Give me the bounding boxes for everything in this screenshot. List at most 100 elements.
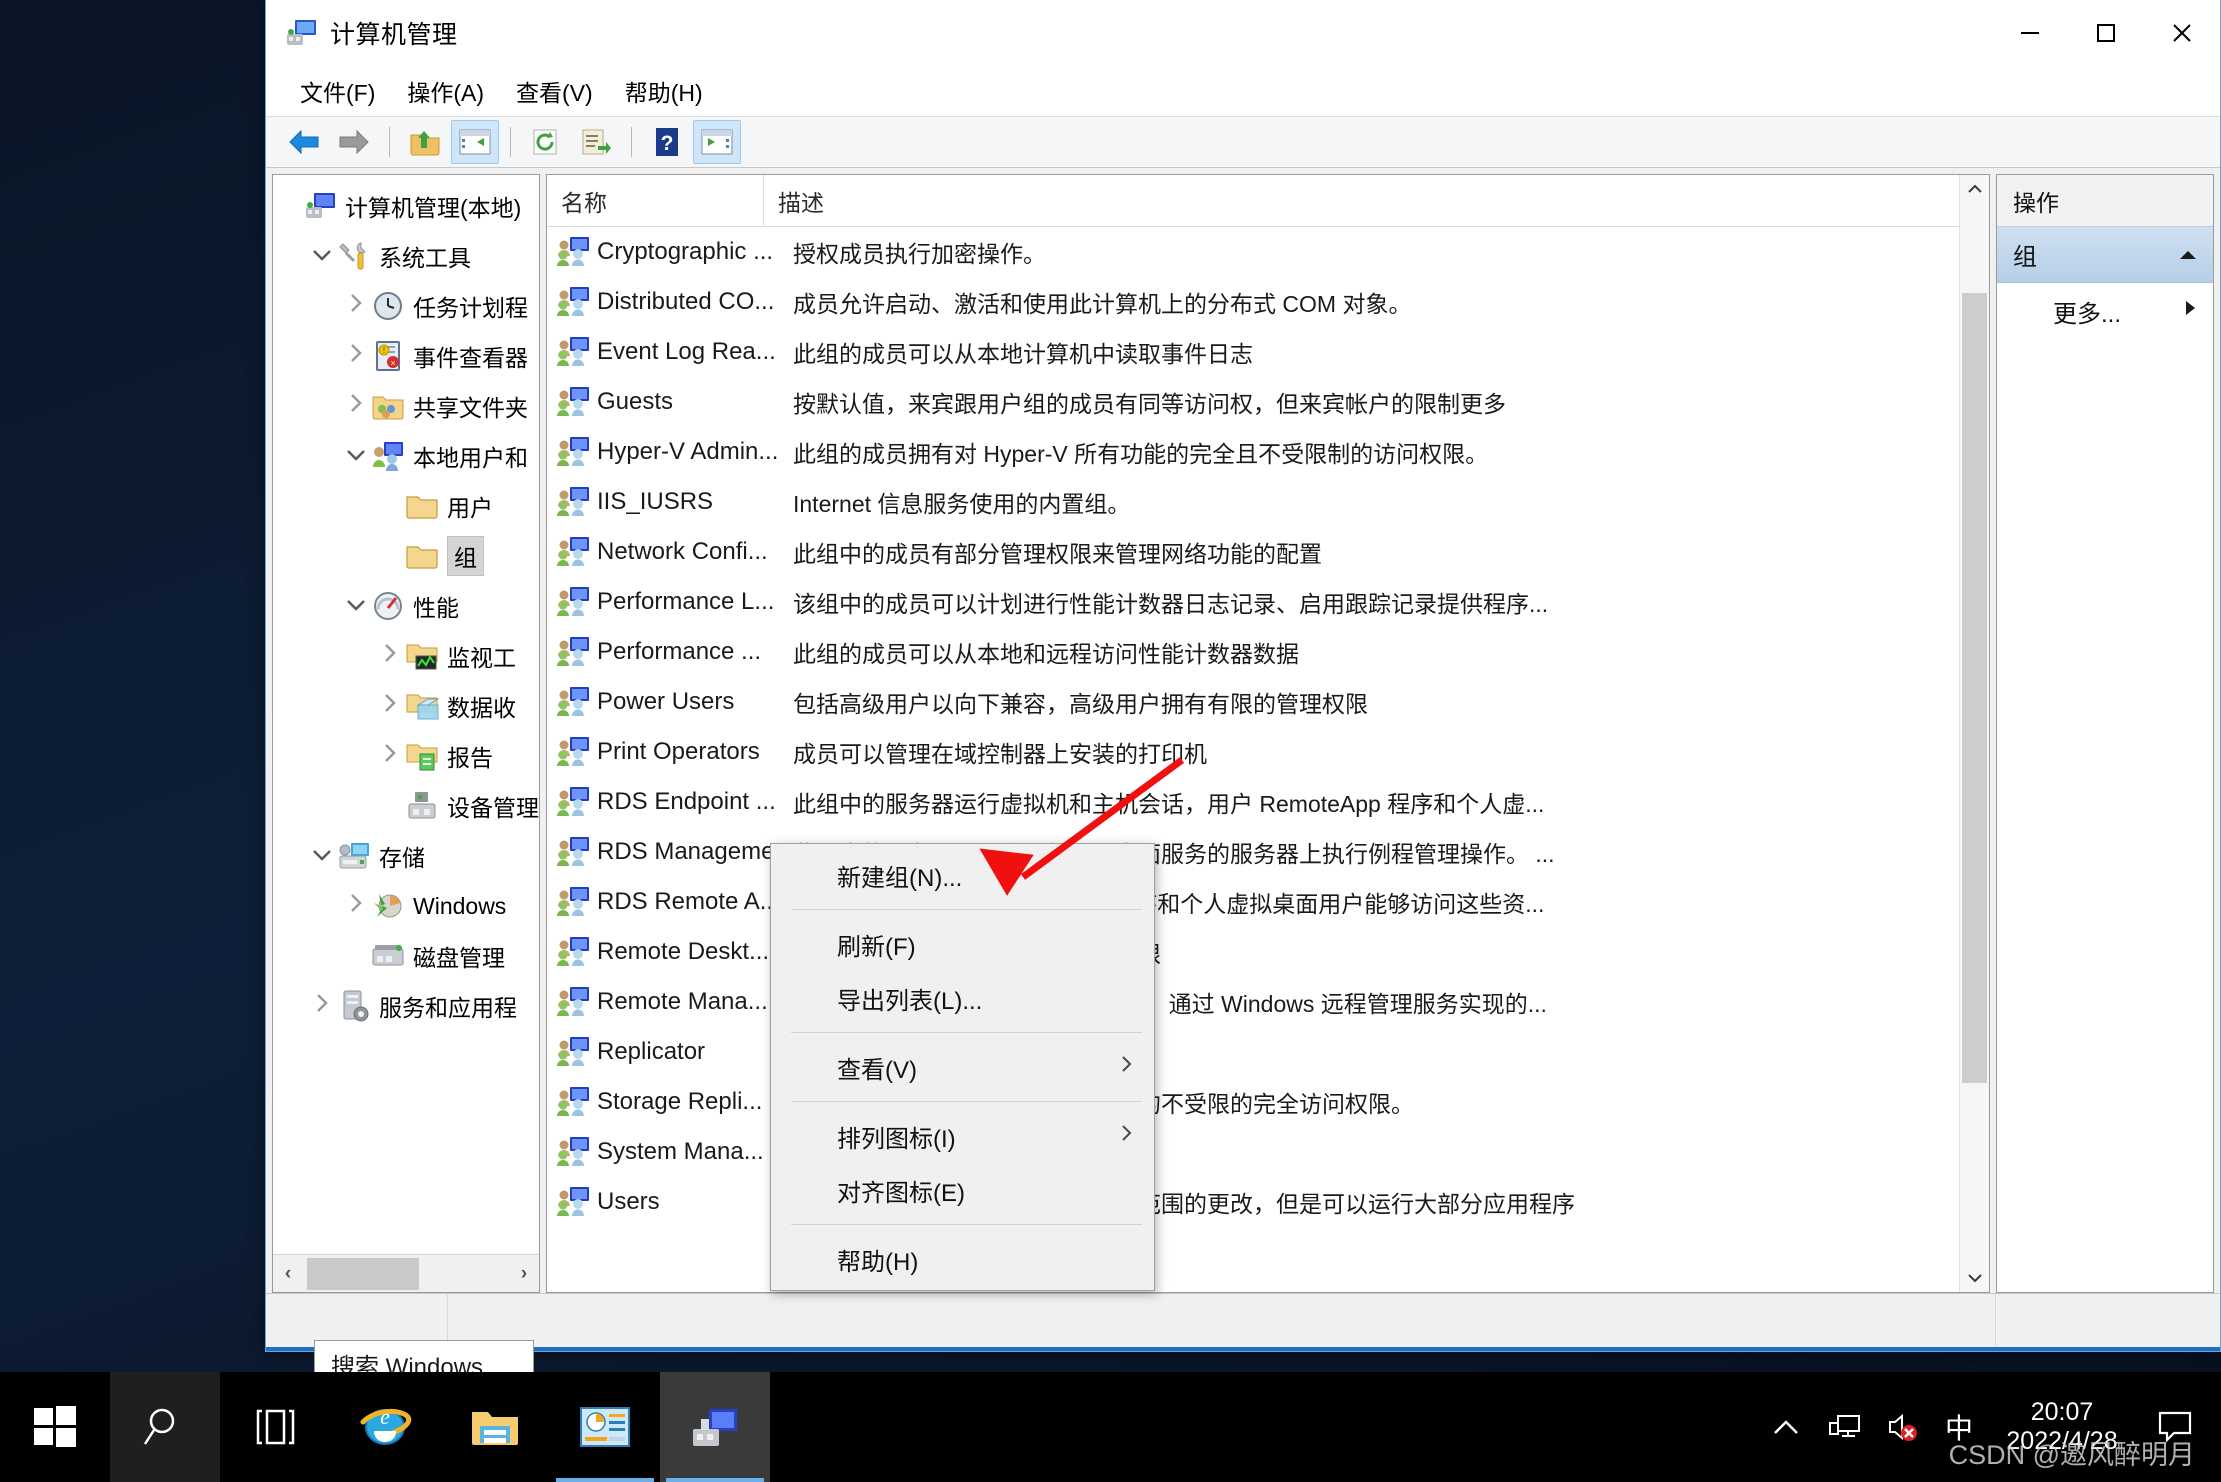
chevron-right-icon[interactable] bbox=[341, 342, 371, 370]
list-vertical-scrollbar[interactable] bbox=[1959, 175, 1989, 1292]
chevron-right-icon[interactable] bbox=[375, 692, 405, 720]
console-tree[interactable]: 计算机管理(本地) 系统工具任务计划程! × 事件查看器 共享文件夹 本地用户和 用户组性能… bbox=[273, 175, 539, 1254]
tree-node-13[interactable]: 存储 bbox=[273, 831, 539, 881]
tree-node-7[interactable]: 组 bbox=[273, 531, 539, 581]
table-row[interactable]: IIS_IUSRS Internet 信息服务使用的内置组。 bbox=[547, 477, 1959, 527]
menu-view[interactable]: 查看(V) bbox=[500, 70, 609, 112]
ctx-new-group[interactable]: 新建组(N)... bbox=[771, 848, 1154, 902]
chevron-right-icon[interactable] bbox=[375, 742, 405, 770]
menu-action[interactable]: 操作(A) bbox=[391, 70, 500, 112]
minimize-button[interactable] bbox=[1992, 0, 2068, 66]
table-row[interactable]: Hyper-V Admin... 此组的成员拥有对 Hyper-V 所有功能的完全… bbox=[547, 427, 1959, 477]
export-list-icon[interactable] bbox=[572, 120, 620, 164]
actions-group-header[interactable]: 组 bbox=[1997, 227, 2213, 283]
chevron-down-icon[interactable] bbox=[341, 443, 371, 469]
tree-horizontal-scrollbar[interactable]: ‹ › bbox=[273, 1254, 539, 1292]
ctx-view[interactable]: 查看(V) bbox=[771, 1040, 1154, 1094]
table-row[interactable]: Performance L... 该组中的成员可以计划进行性能计数器日志记录、启用… bbox=[547, 577, 1959, 627]
ctx-arrange-icons[interactable]: 排列图标(I) bbox=[771, 1109, 1154, 1163]
chevron-down-icon[interactable] bbox=[307, 243, 337, 269]
table-row[interactable]: Performance ... 此组的成员可以从本地和远程访问性能计数器数据 bbox=[547, 627, 1959, 677]
scroll-up-arrow-icon[interactable] bbox=[1960, 175, 1989, 203]
task-view-button[interactable] bbox=[220, 1372, 330, 1482]
show-hide-tree-icon[interactable] bbox=[451, 120, 499, 164]
taskbar-file-explorer[interactable] bbox=[440, 1372, 550, 1482]
chevron-right-icon[interactable] bbox=[375, 642, 405, 670]
table-row[interactable]: RDS Manageme... 此组中的服务器可以在运行远程桌面服务的服务器上执行… bbox=[547, 827, 1959, 877]
tree-node-5[interactable]: 本地用户和 bbox=[273, 431, 539, 481]
table-row[interactable]: Remote Mana... 此组的成员可以通过管理协议(例如，通过 Window… bbox=[547, 977, 1959, 1027]
taskbar-internet-explorer[interactable]: e bbox=[330, 1372, 440, 1482]
context-menu-item-label: 刷新(F) bbox=[837, 933, 916, 961]
table-row[interactable]: Event Log Rea... 此组的成员可以从本地计算机中读取事件日志 bbox=[547, 327, 1959, 377]
tree-node-0[interactable]: 计算机管理(本地) bbox=[273, 181, 539, 231]
table-row[interactable]: System Mana...此组的成员可以管理。 bbox=[547, 1127, 1959, 1177]
start-button[interactable] bbox=[0, 1372, 110, 1482]
maximize-button[interactable] bbox=[2068, 0, 2144, 66]
table-row[interactable]: Print Operators 成员可以管理在域控制器上安装的打印机 bbox=[547, 727, 1959, 777]
chevron-right-icon[interactable] bbox=[341, 892, 371, 920]
close-button[interactable] bbox=[2144, 0, 2220, 66]
up-folder-icon[interactable] bbox=[401, 120, 449, 164]
tree-node-15[interactable]: 磁盘管理 bbox=[273, 931, 539, 981]
tree-node-2[interactable]: 任务计划程 bbox=[273, 281, 539, 331]
taskbar-app[interactable] bbox=[550, 1372, 660, 1482]
tree-node-4[interactable]: 共享文件夹 bbox=[273, 381, 539, 431]
chevron-right-icon[interactable] bbox=[341, 292, 371, 320]
forward-arrow-icon[interactable] bbox=[330, 120, 378, 164]
tree-node-12[interactable]: 设备管理器 bbox=[273, 781, 539, 831]
list-rows[interactable]: Cryptographic ... 授权成员执行加密操作。 Distributed… bbox=[547, 227, 1959, 1292]
chevron-up-icon[interactable] bbox=[2177, 241, 2199, 269]
tree-node-6[interactable]: 用户 bbox=[273, 481, 539, 531]
table-row[interactable]: Cryptographic ... 授权成员执行加密操作。 bbox=[547, 227, 1959, 277]
chevron-right-icon[interactable] bbox=[2183, 297, 2197, 325]
actions-item-more[interactable]: 更多... bbox=[1997, 283, 2213, 339]
ctx-export-list[interactable]: 导出列表(L)... bbox=[771, 971, 1154, 1025]
table-row[interactable]: Users 用户无法进行偶然的或有意的系统范围的更改，但是可以运行大部分应用程序 bbox=[547, 1177, 1959, 1227]
tree-node-3[interactable]: ! × 事件查看器 bbox=[273, 331, 539, 381]
tree-node-10[interactable]: 数据收 bbox=[273, 681, 539, 731]
taskbar-search[interactable] bbox=[110, 1372, 220, 1482]
ctx-align-icons[interactable]: 对齐图标(E) bbox=[771, 1163, 1154, 1217]
table-row[interactable]: Network Confi... 此组中的成员有部分管理权限来管理网络功能的配置 bbox=[547, 527, 1959, 577]
table-row[interactable]: Storage Repli...此组的成员具有存储副本所有功能的不受限的完全访问… bbox=[547, 1077, 1959, 1127]
refresh-icon[interactable] bbox=[522, 120, 570, 164]
chevron-right-icon[interactable] bbox=[341, 392, 371, 420]
column-header-description[interactable]: 描述 bbox=[763, 175, 1959, 226]
table-row[interactable]: Distributed CO... 成员允许启动、激活和使用此计算机上的分布式 C… bbox=[547, 277, 1959, 327]
ctx-refresh[interactable]: 刷新(F) bbox=[771, 917, 1154, 971]
tree-node-14[interactable]: Windows bbox=[273, 881, 539, 931]
tree-node-8[interactable]: 性能 bbox=[273, 581, 539, 631]
chevron-right-icon[interactable] bbox=[307, 992, 337, 1020]
tray-network[interactable] bbox=[1815, 1372, 1873, 1482]
chevron-down-icon[interactable] bbox=[307, 843, 337, 869]
tree-node-label: 系统工具 bbox=[379, 245, 471, 271]
scrollbar-thumb[interactable] bbox=[1962, 293, 1987, 1083]
tray-volume[interactable] bbox=[1873, 1372, 1931, 1482]
scroll-down-arrow-icon[interactable] bbox=[1960, 1264, 1989, 1292]
back-arrow-icon[interactable] bbox=[280, 120, 328, 164]
ctx-help[interactable]: 帮助(H) bbox=[771, 1232, 1154, 1286]
tree-node-1[interactable]: 系统工具 bbox=[273, 231, 539, 281]
table-row[interactable]: Replicator支持域中的文件复制 bbox=[547, 1027, 1959, 1077]
help-icon[interactable]: ? bbox=[643, 120, 691, 164]
tree-node-11[interactable]: 报告 bbox=[273, 731, 539, 781]
table-row[interactable]: Power Users 包括高级用户以向下兼容，高级用户拥有有限的管理权限 bbox=[547, 677, 1959, 727]
table-row[interactable]: Remote Deskt...此组中的成员被授予远程登录的权限 bbox=[547, 927, 1959, 977]
chevron-down-icon[interactable] bbox=[341, 593, 371, 619]
menu-help[interactable]: 帮助(H) bbox=[609, 70, 719, 112]
scroll-right-arrow-icon[interactable]: › bbox=[509, 1263, 539, 1285]
table-row[interactable]: RDS Remote A... 此组中的服务器使 RemoteApp 程序和个人虚… bbox=[547, 877, 1959, 927]
tray-show-hidden-icons[interactable] bbox=[1757, 1372, 1815, 1482]
taskbar-computer-management[interactable] bbox=[660, 1372, 770, 1482]
scrollbar-thumb[interactable] bbox=[307, 1257, 419, 1290]
table-row[interactable]: RDS Endpoint ... 此组中的服务器运行虚拟机和主机会话，用户 Rem… bbox=[547, 777, 1959, 827]
tree-node-16[interactable]: 服务和应用程 bbox=[273, 981, 539, 1031]
show-action-pane-icon[interactable] bbox=[693, 120, 741, 164]
table-row[interactable]: Guests 按默认值，来宾跟用户组的成员有同等访问权，但来宾帐户的限制更多 bbox=[547, 377, 1959, 427]
column-header-name[interactable]: 名称 bbox=[547, 175, 763, 226]
scrollbar-track[interactable] bbox=[303, 1255, 509, 1293]
menu-file[interactable]: 文件(F) bbox=[284, 70, 391, 112]
scroll-left-arrow-icon[interactable]: ‹ bbox=[273, 1263, 303, 1285]
tree-node-9[interactable]: 监视工 bbox=[273, 631, 539, 681]
